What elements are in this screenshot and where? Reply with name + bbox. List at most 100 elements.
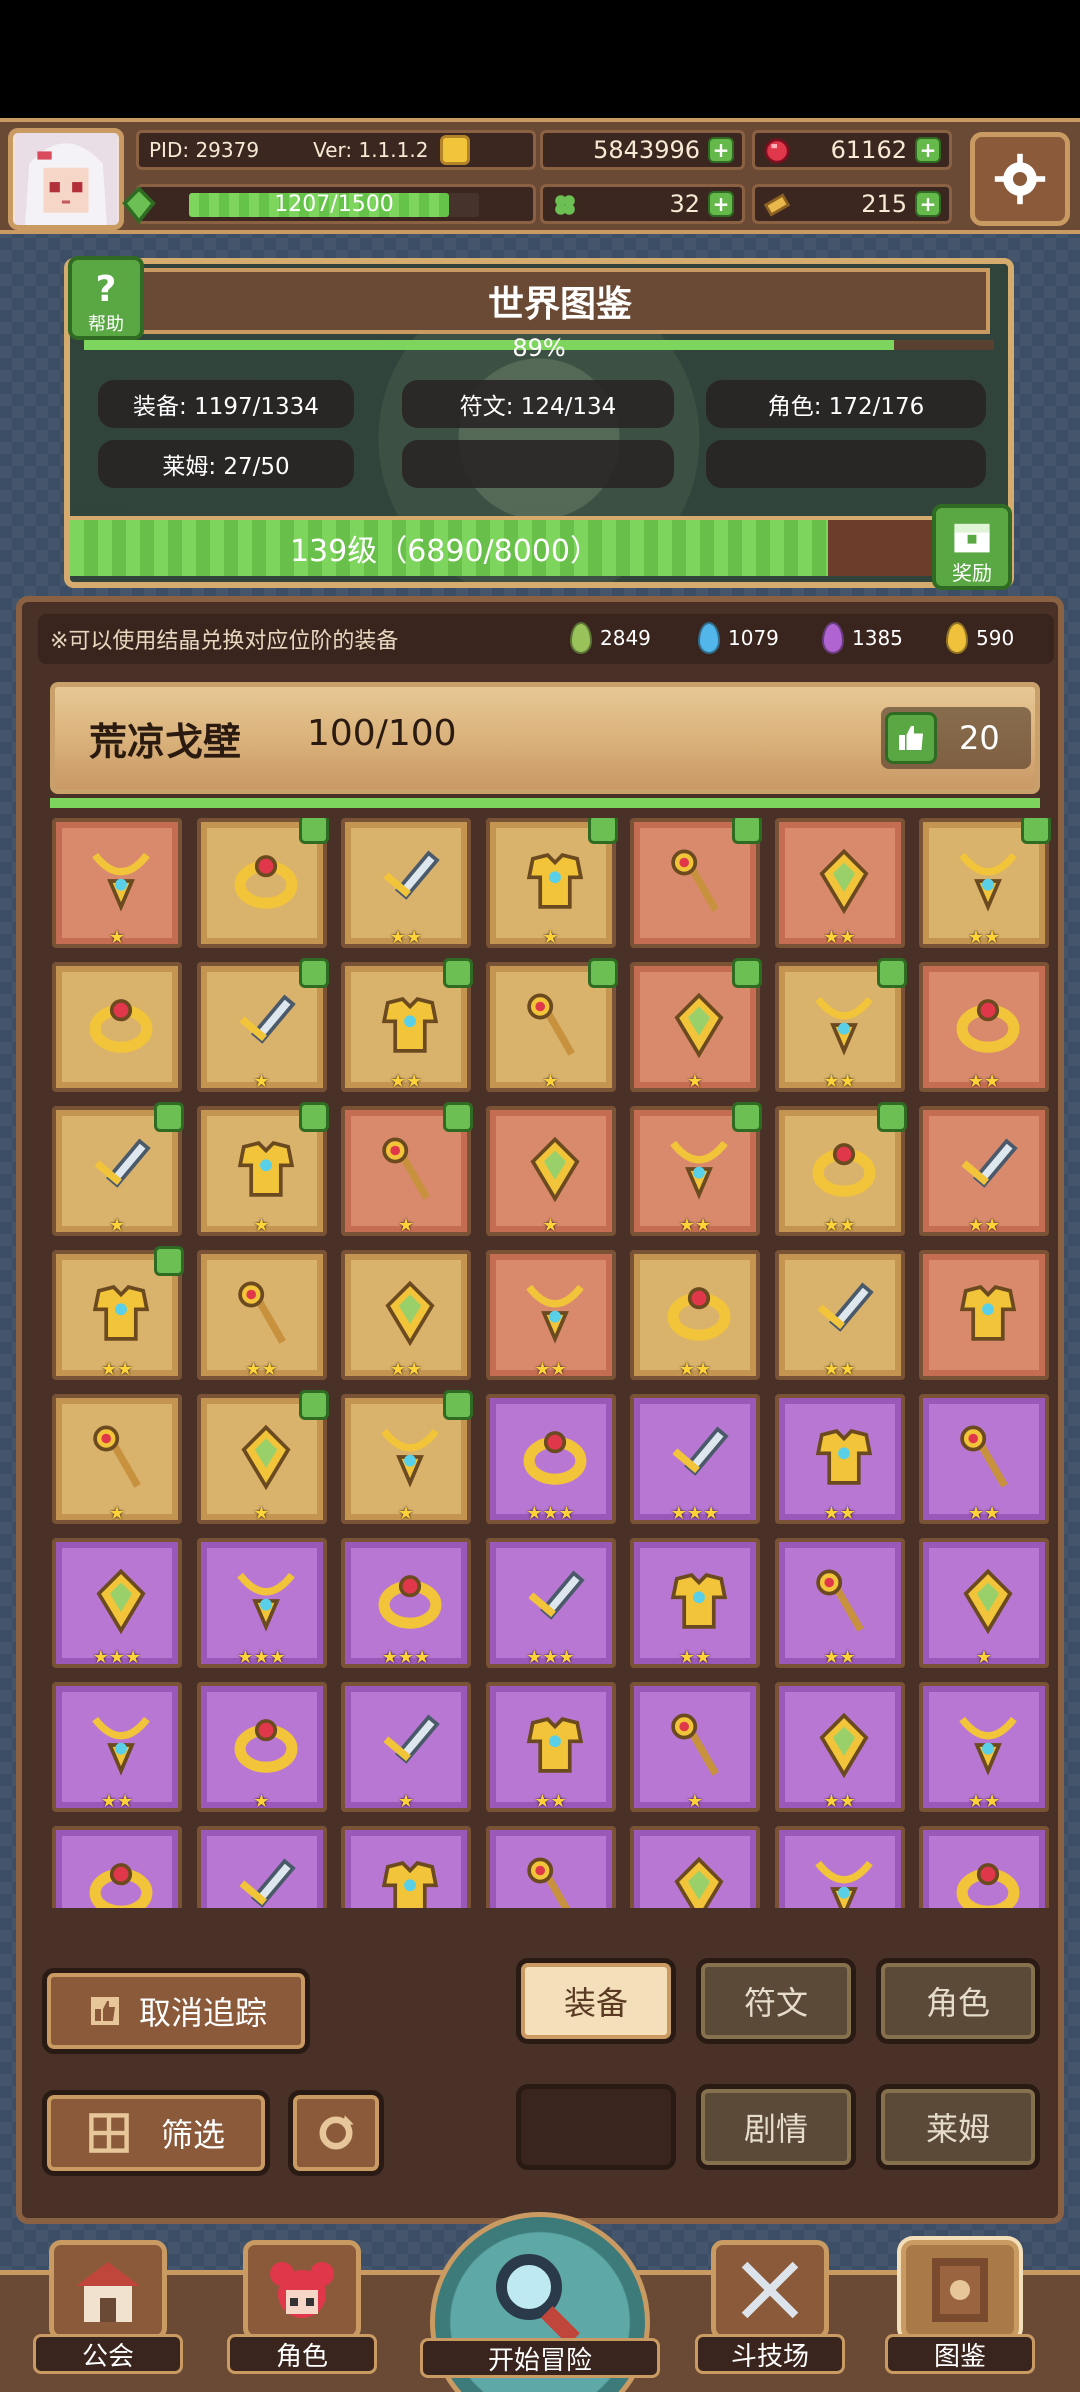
region-likes[interactable]: 20: [881, 707, 1031, 769]
equipment-cell[interactable]: ★★: [919, 962, 1049, 1092]
rarity-stars: ★★: [823, 1791, 856, 1812]
nav-guild[interactable]: 公会: [28, 2240, 188, 2390]
reward-label: 奖励: [952, 561, 992, 585]
equipment-cell[interactable]: [919, 1250, 1049, 1380]
untrack-button[interactable]: 取消追踪: [42, 1968, 310, 2054]
stat-runes: 符文: 124/134: [402, 380, 674, 428]
help-button[interactable]: ? 帮助: [68, 256, 144, 340]
tab-characters[interactable]: 角色: [876, 1958, 1040, 2044]
equipment-cell[interactable]: ★★★: [341, 1538, 471, 1668]
equipment-cell[interactable]: ★: [341, 1826, 471, 1908]
equipment-cell[interactable]: ★: [341, 1682, 471, 1812]
reward-button[interactable]: 奖励: [932, 504, 1012, 590]
tab-equipment[interactable]: 装备: [516, 1958, 676, 2044]
nav-start-adventure[interactable]: 开始冒险: [420, 2212, 660, 2392]
nav-characters[interactable]: 角色: [222, 2240, 382, 2390]
add-ticket-button[interactable]: +: [915, 191, 941, 217]
equipment-cell[interactable]: ★: [196, 1682, 327, 1812]
settings-button[interactable]: [970, 132, 1070, 226]
tab-runes[interactable]: 符文: [696, 1958, 856, 2044]
equipment-cell[interactable]: [52, 962, 182, 1092]
equipment-cell[interactable]: ★★: [52, 1682, 182, 1812]
equipment-cell[interactable]: ★: [919, 1538, 1049, 1668]
equipment-cell[interactable]: ★★: [630, 1826, 760, 1908]
equipment-cell[interactable]: ★★: [774, 1826, 905, 1908]
equipment-cell[interactable]: ★★: [774, 958, 907, 1092]
add-gem-button[interactable]: +: [915, 137, 941, 163]
equipment-cell[interactable]: ★★★: [52, 1538, 182, 1668]
equipment-cell[interactable]: [630, 818, 762, 948]
region-banner[interactable]: 荒凉戈壁 100/100 20: [50, 682, 1040, 794]
amulet-item-icon: [381, 1428, 439, 1488]
gold-crystal-counter: 590: [946, 622, 1014, 654]
nav-guild-label: 公会: [33, 2334, 183, 2374]
equipment-cell[interactable]: ★★: [919, 1106, 1049, 1236]
amulet-item-icon: [814, 1860, 873, 1908]
equipment-cell[interactable]: ★★: [919, 1682, 1049, 1812]
equipment-cell[interactable]: ★★★: [630, 1394, 760, 1524]
equipment-cell[interactable]: ★★: [341, 1250, 471, 1380]
equipment-cell[interactable]: ★★: [485, 1826, 616, 1908]
equipment-cell[interactable]: ★★: [196, 1250, 327, 1380]
equipment-cell[interactable]: ★★★: [485, 1538, 616, 1668]
equipment-cell[interactable]: ★★: [630, 1538, 760, 1668]
equipment-cell[interactable]: ★: [196, 958, 329, 1092]
equipment-cell[interactable]: ★★: [774, 818, 905, 948]
equipment-cell[interactable]: ★: [630, 1682, 760, 1812]
equipment-cell[interactable]: ★: [630, 958, 762, 1092]
ring-item-icon: [956, 999, 1020, 1053]
equipment-cell[interactable]: ★: [341, 1390, 473, 1524]
equipment-cell[interactable]: ★★: [341, 818, 471, 948]
equipment-cell[interactable]: ★★: [919, 1826, 1049, 1908]
stamina-clover-icon: [122, 186, 156, 225]
nav-arena[interactable]: 斗技场: [690, 2240, 850, 2390]
nav-atlas[interactable]: 图鉴: [880, 2240, 1040, 2390]
rarity-stars: ★: [253, 1791, 270, 1812]
equipment-cell[interactable]: ★★: [196, 1826, 327, 1908]
rarity-stars: ★: [108, 927, 126, 948]
equipment-cell[interactable]: ★★: [630, 1102, 762, 1236]
equipment-cell[interactable]: ★: [52, 1102, 184, 1236]
equipment-cell[interactable]: ★: [196, 1390, 329, 1524]
equipment-cell[interactable]: ★: [52, 818, 182, 948]
equipment-cell[interactable]: ★★: [919, 1394, 1049, 1524]
gold-crystal-icon: [946, 622, 968, 654]
filter-button[interactable]: 筛选: [42, 2090, 270, 2176]
equipment-cell[interactable]: ★★: [774, 1538, 905, 1668]
tab-slime[interactable]: 莱姆: [876, 2084, 1040, 2170]
add-clover-button[interactable]: +: [708, 191, 734, 217]
equipment-cell[interactable]: ★: [485, 818, 618, 948]
equipment-cell[interactable]: ★★★: [485, 1394, 616, 1524]
equipment-cell[interactable]: ★★: [919, 818, 1051, 948]
player-avatar[interactable]: [8, 128, 124, 230]
equipment-cell[interactable]: [196, 818, 329, 948]
tab-story[interactable]: 剧情: [696, 2084, 856, 2170]
equipment-cell[interactable]: ★★★: [196, 1538, 327, 1668]
equipment-cell[interactable]: ★★: [52, 1826, 182, 1908]
equipment-cell[interactable]: ★★: [485, 1250, 616, 1380]
equipment-cell[interactable]: ★★: [774, 1102, 907, 1236]
rarity-stars: ★★: [967, 1215, 1001, 1236]
equipment-cell[interactable]: ★: [485, 958, 618, 1092]
equipment-cell[interactable]: ★★: [774, 1682, 905, 1812]
region-progress-line: [50, 798, 1040, 808]
rarity-stars: ★: [253, 1503, 270, 1524]
armor-item-icon: [381, 1861, 439, 1908]
equipment-cell[interactable]: ★★: [774, 1394, 905, 1524]
rarity-stars: ★: [686, 1791, 704, 1812]
equipment-cell[interactable]: ★★: [630, 1250, 760, 1380]
equipment-cell[interactable]: ★★: [52, 1246, 184, 1380]
tracked-thumb-icon: [298, 958, 329, 988]
equipment-cell[interactable]: ★: [196, 1102, 329, 1236]
staff-item-icon: [526, 993, 575, 1056]
add-gold-button[interactable]: +: [708, 137, 734, 163]
refresh-button[interactable]: [288, 2090, 384, 2176]
equipment-cell[interactable]: ★: [52, 1394, 182, 1524]
nav-arena-label: 斗技场: [695, 2334, 845, 2374]
equipment-cell[interactable]: ★★: [485, 1682, 616, 1812]
equipment-cell[interactable]: ★: [341, 1102, 473, 1236]
equipment-cell[interactable]: ★★: [341, 958, 473, 1092]
rarity-stars: ★: [253, 1071, 270, 1092]
equipment-cell[interactable]: ★: [485, 1106, 616, 1236]
equipment-cell[interactable]: ★★: [774, 1250, 905, 1380]
